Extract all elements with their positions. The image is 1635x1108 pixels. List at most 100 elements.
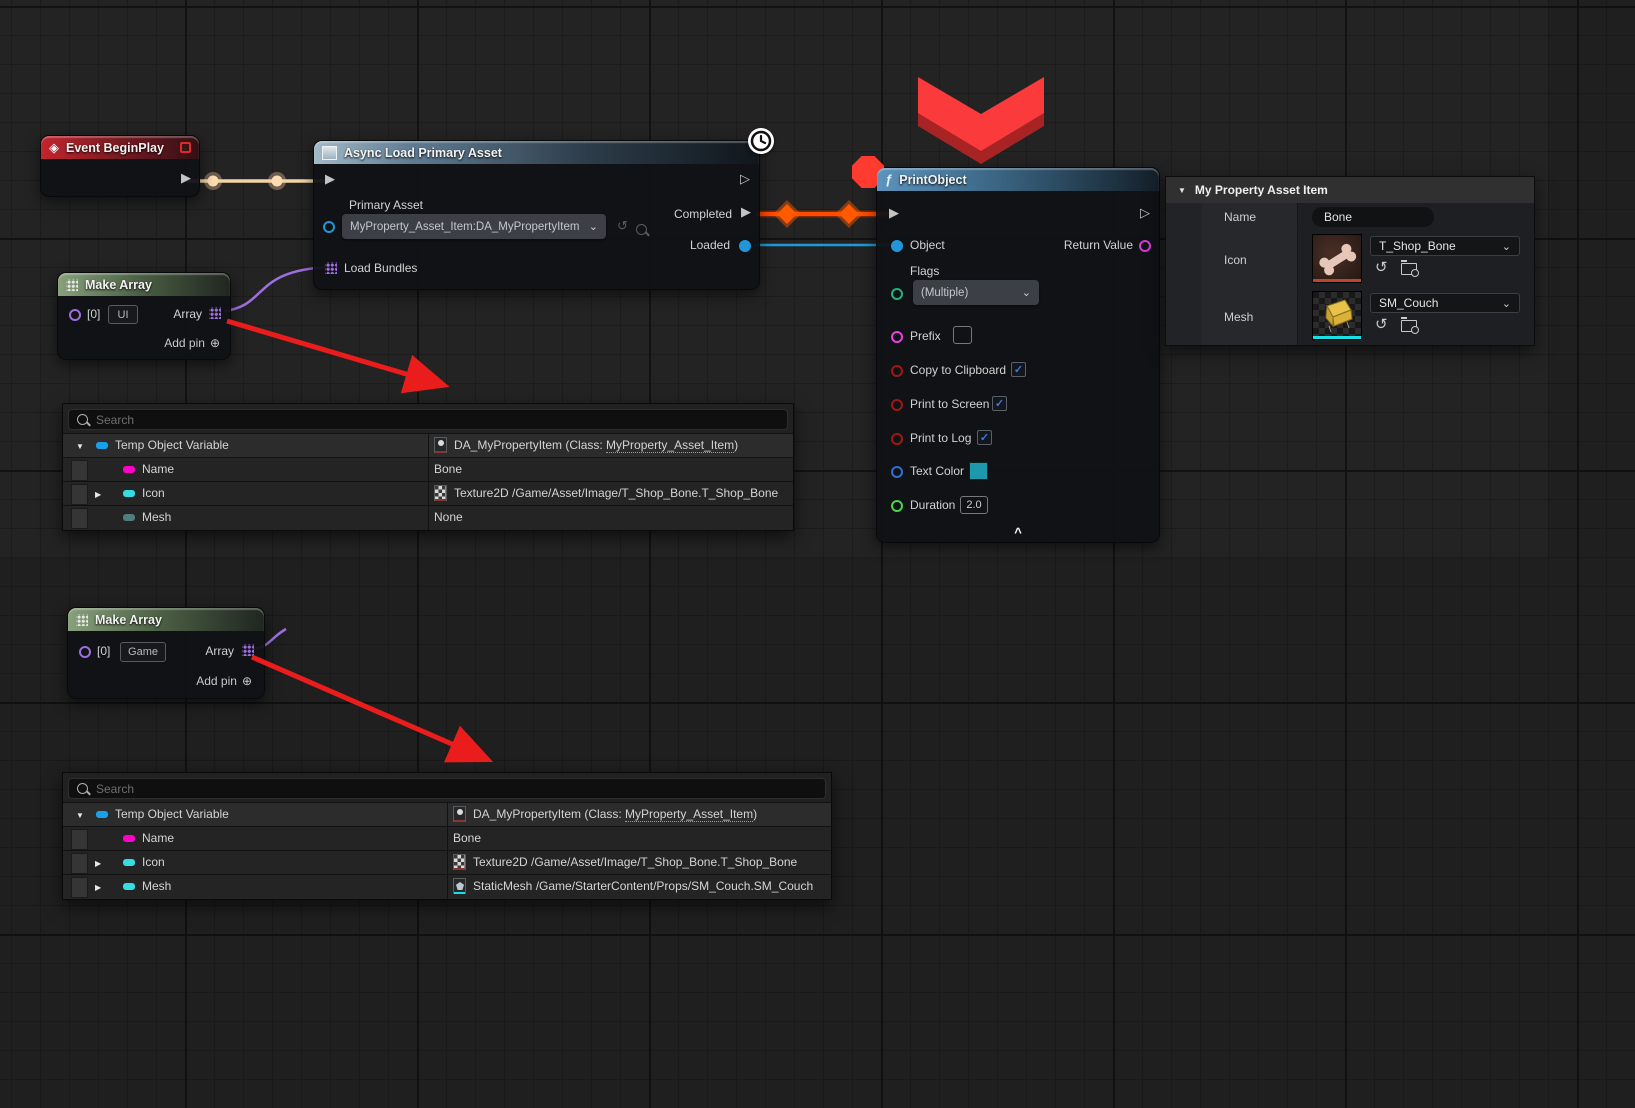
details-header[interactable]: ▼ My Property Asset Item	[1166, 177, 1534, 204]
row-label: Name	[142, 462, 174, 476]
node-header: Make Array	[58, 273, 230, 296]
print-to-screen-pin[interactable]	[891, 399, 903, 411]
element-0-pin[interactable]	[69, 309, 81, 321]
details-panel-my-property-asset-item[interactable]: ▼ My Property Asset Item Name Bone Icon …	[1165, 176, 1535, 346]
exec-out-pin[interactable]: ▷	[1140, 206, 1150, 219]
collapse-pins-button[interactable]: ^	[1014, 525, 1022, 540]
use-selected-asset-icon[interactable]: ↺	[1375, 261, 1388, 275]
object-label: Object	[910, 238, 945, 252]
completed-exec-pin[interactable]: ▶	[741, 205, 751, 218]
duration-pin[interactable]	[891, 500, 903, 512]
row-gutter	[1166, 288, 1203, 345]
flags-dropdown[interactable]: (Multiple) ⌄	[913, 280, 1039, 305]
print-to-log-checkbox[interactable]: ✓	[977, 430, 992, 445]
expand-icon[interactable]: ▶	[95, 883, 101, 892]
icon-asset-dropdown[interactable]: T_Shop_Bone ⌄	[1370, 236, 1520, 256]
make-array-icon	[66, 279, 78, 291]
array-out-pin[interactable]	[209, 307, 221, 319]
add-pin-button[interactable]: Add pin ⊕	[164, 336, 220, 350]
row-value: DA_MyPropertyItem (Class: MyProperty_Ass…	[473, 807, 757, 821]
watch-row-mesh[interactable]: ▶ Mesh StaticMesh /Game/StarterContent/P…	[63, 874, 831, 899]
object-pin[interactable]	[891, 240, 903, 252]
copy-to-clipboard-checkbox[interactable]: ✓	[1011, 362, 1026, 377]
add-pin-button[interactable]: Add pin ⊕	[196, 674, 252, 688]
node-title: Event BeginPlay	[66, 141, 164, 155]
primary-asset-dropdown[interactable]: MyProperty_Asset_Item:DA_MyPropertyItem …	[342, 214, 606, 239]
node-make-array-top[interactable]: Make Array [0] UI Array Add pin ⊕	[57, 272, 231, 360]
duration-input[interactable]: 2.0	[960, 496, 988, 514]
row-value: Texture2D /Game/Asset/Image/T_Shop_Bone.…	[454, 486, 778, 500]
mesh-thumbnail[interactable]	[1312, 291, 1362, 340]
browse-to-asset-icon[interactable]	[1401, 320, 1417, 332]
array-out-pin[interactable]	[242, 644, 254, 656]
prefix-input[interactable]	[953, 326, 972, 344]
loaded-pin[interactable]	[739, 240, 751, 252]
expand-icon[interactable]: ▼	[76, 442, 84, 451]
name-pill-icon	[123, 835, 135, 842]
use-selected-asset-icon[interactable]: ↺	[1375, 318, 1388, 332]
macro-icon	[322, 146, 337, 160]
icon-thumbnail[interactable]	[1312, 234, 1362, 283]
row-gutter	[1166, 231, 1203, 288]
search-placeholder: Search	[96, 413, 134, 427]
node-title: Make Array	[95, 613, 162, 627]
class-link[interactable]: MyProperty_Asset_Item	[606, 438, 734, 453]
node-print-object[interactable]: ƒ PrintObject ▶ ▷ Object Return Value Fl…	[876, 167, 1160, 543]
watch-row-icon[interactable]: ▶ Icon Texture2D /Game/Asset/Image/T_Sho…	[63, 850, 831, 875]
tree-indent	[71, 829, 88, 850]
watch-row-name[interactable]: Name Bone	[63, 826, 831, 851]
expand-icon[interactable]: ▶	[95, 859, 101, 868]
browse-asset-icon[interactable]	[636, 224, 647, 235]
text-color-swatch[interactable]	[969, 462, 988, 480]
search-input[interactable]: Search	[68, 409, 788, 430]
exec-in-pin[interactable]: ▶	[325, 172, 335, 185]
return-value-pin[interactable]	[1139, 240, 1151, 252]
row-label: Mesh	[142, 510, 171, 524]
print-to-screen-checkbox[interactable]: ✓	[992, 396, 1007, 411]
node-event-beginplay[interactable]: ◈ Event BeginPlay ▶	[40, 135, 200, 197]
watch-row-icon[interactable]: ▶ Icon Texture2D /Game/Asset/Image/T_Sho…	[63, 481, 793, 506]
load-bundles-array-pin[interactable]	[325, 262, 337, 274]
object-pill-icon	[96, 811, 108, 818]
node-async-load-primary-asset[interactable]: Async Load Primary Asset ▶ ▷ Primary Ass…	[313, 140, 760, 290]
watch-row-mesh[interactable]: Mesh None	[63, 505, 793, 530]
reset-asset-icon[interactable]: ↺	[617, 218, 628, 234]
expand-icon[interactable]: ▼	[76, 811, 84, 820]
exec-out-pin[interactable]: ▶	[181, 171, 191, 184]
flags-pin[interactable]	[891, 288, 903, 300]
add-pin-label: Add pin	[164, 336, 205, 350]
browse-to-asset-icon[interactable]	[1401, 263, 1417, 275]
exec-in-pin[interactable]: ▶	[889, 206, 899, 219]
mesh-type-bar	[1313, 336, 1361, 339]
watch-panel-top[interactable]: Search ▼ Temp Object Variable DA_MyPrope…	[62, 403, 794, 531]
name-input[interactable]: Bone	[1312, 207, 1434, 227]
text-color-pin[interactable]	[891, 466, 903, 478]
expand-icon[interactable]: ▶	[95, 490, 101, 499]
search-icon	[77, 783, 88, 794]
row-label: Icon	[142, 855, 165, 869]
element-0-pin[interactable]	[79, 646, 91, 658]
mesh-label: Mesh	[1202, 288, 1298, 345]
exec-out-pin[interactable]: ▷	[740, 172, 750, 185]
prefix-pin[interactable]	[891, 331, 903, 343]
mesh-asset-dropdown[interactable]: SM_Couch ⌄	[1370, 293, 1520, 313]
primary-asset-value: MyProperty_Asset_Item:DA_MyPropertyItem	[350, 221, 579, 233]
object-pill-icon	[96, 442, 108, 449]
expand-icon[interactable]: ▼	[1178, 186, 1186, 195]
row-value-cell: T_Shop_Bone ⌄ ↺	[1299, 231, 1534, 288]
copy-to-clipboard-label: Copy to Clipboard	[910, 363, 1006, 377]
name-label: Name	[1202, 203, 1298, 231]
watch-panel-bottom[interactable]: Search ▼ Temp Object Variable DA_MyPrope…	[62, 772, 832, 900]
print-to-log-pin[interactable]	[891, 433, 903, 445]
data-asset-icon	[434, 437, 447, 453]
watch-row-variable[interactable]: ▼ Temp Object Variable DA_MyPropertyItem…	[63, 802, 831, 827]
watch-row-variable[interactable]: ▼ Temp Object Variable DA_MyPropertyItem…	[63, 433, 793, 458]
watch-row-name[interactable]: Name Bone	[63, 457, 793, 482]
copy-to-clipboard-pin[interactable]	[891, 365, 903, 377]
primary-asset-pin[interactable]	[323, 221, 335, 233]
element-0-input[interactable]: Game	[120, 642, 166, 662]
node-make-array-bottom[interactable]: Make Array [0] Game Array Add pin ⊕	[67, 607, 265, 699]
search-input[interactable]: Search	[68, 778, 826, 799]
element-0-input[interactable]: UI	[108, 305, 138, 324]
class-link[interactable]: MyProperty_Asset_Item	[625, 807, 753, 822]
